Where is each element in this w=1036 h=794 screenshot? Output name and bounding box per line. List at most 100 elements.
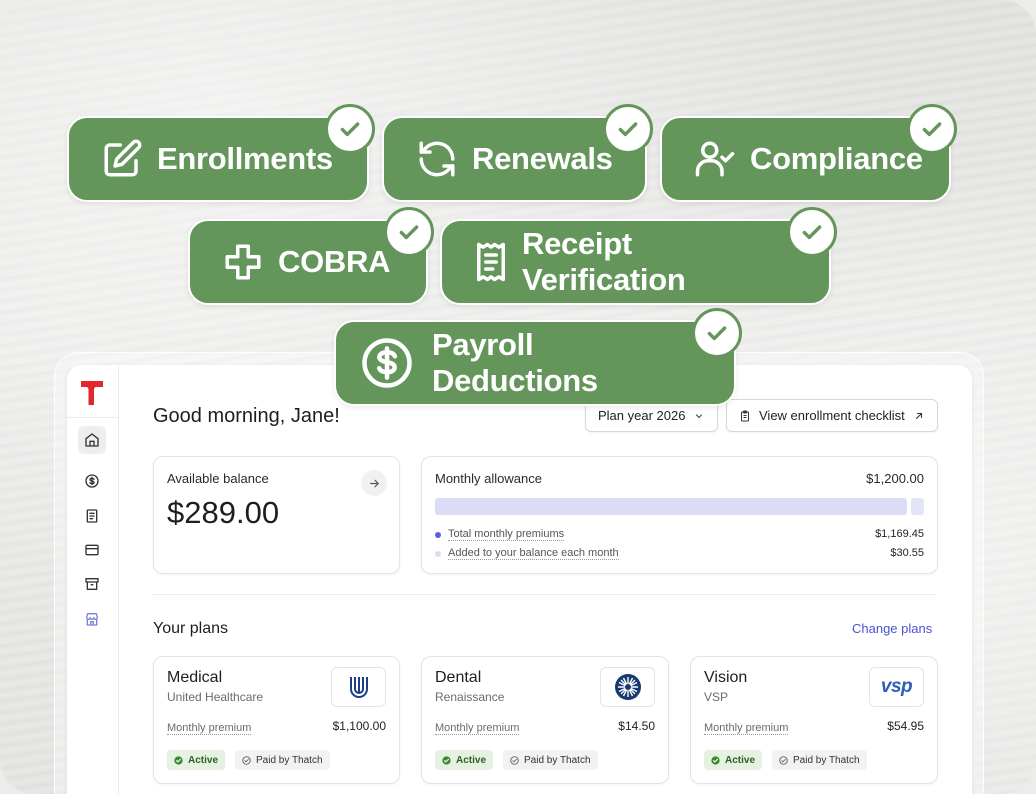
- receipt-icon: [477, 242, 505, 282]
- renaissance-logo-icon: [614, 674, 641, 700]
- feature-label: COBRA: [278, 244, 391, 279]
- premium-label: Monthly premium: [167, 722, 252, 735]
- check-circle-outline-icon: [242, 755, 251, 765]
- sidebar-item-card[interactable]: [78, 536, 106, 564]
- edit-icon: [104, 139, 142, 177]
- chevron-down-icon: [696, 413, 703, 418]
- balance-details-button[interactable]: [361, 470, 387, 496]
- check-circle-icon: [442, 755, 451, 765]
- feature-pill-cobra: COBRA: [188, 207, 434, 305]
- legend-dot-added: [435, 550, 441, 557]
- status-text: Active: [456, 754, 487, 766]
- home-icon: [85, 433, 99, 447]
- paid-badge: Paid by Thatch: [503, 750, 598, 770]
- check-circle-outline-icon: [510, 755, 519, 765]
- status-text: Active: [725, 754, 756, 766]
- sidebar-item-store[interactable]: [78, 605, 106, 633]
- legend-added: Added to your balance each month: [435, 547, 619, 560]
- paid-text: Paid by Thatch: [256, 754, 323, 766]
- sidebar-divider: [67, 417, 119, 418]
- allowance-bar-added: [911, 498, 924, 515]
- clipboard-icon: [741, 410, 749, 421]
- external-link-icon: [915, 412, 922, 419]
- plan-card-vision[interactable]: Vision VSP vsp Monthly premium $54.95 Ac…: [690, 656, 938, 784]
- feature-label: Compliance: [750, 141, 923, 176]
- sidebar-item-balance[interactable]: [78, 467, 106, 495]
- user-check-icon: [695, 141, 735, 177]
- feature-pill-compliance: Compliance: [660, 104, 957, 202]
- sidebar: [67, 365, 119, 794]
- view-checklist-button[interactable]: View enrollment checklist: [726, 399, 938, 432]
- plan-card-medical[interactable]: Medical United Healthcare Monthly premiu…: [153, 656, 400, 784]
- feature-pill-receipt-verification: Receipt Verification: [440, 207, 837, 305]
- change-plans-link[interactable]: Change plans: [852, 621, 932, 636]
- balance-value: $289.00: [167, 495, 280, 530]
- allowance-label: Monthly allowance: [435, 471, 542, 486]
- feature-label: Payroll Deductions: [432, 327, 598, 398]
- status-badge: Active: [704, 750, 763, 770]
- status-text: Active: [188, 754, 219, 766]
- document-icon: [86, 509, 98, 523]
- sidebar-item-archive[interactable]: [78, 570, 106, 598]
- legend-value-added: $30.55: [890, 547, 924, 559]
- status-badge: Active: [435, 750, 494, 770]
- checkmark-icon: [692, 308, 742, 358]
- balance-label: Available balance: [167, 471, 269, 486]
- premium-label: Monthly premium: [704, 722, 789, 735]
- status-badge: Active: [167, 750, 226, 770]
- check-circle-outline-icon: [779, 755, 788, 765]
- plans-section-title: Your plans: [153, 620, 229, 637]
- vsp-logo: vsp: [869, 667, 924, 707]
- feature-pill-enrollments: Enrollments: [67, 104, 375, 202]
- paid-text: Paid by Thatch: [793, 754, 860, 766]
- check-circle-icon: [174, 755, 183, 765]
- feature-label: Renewals: [472, 141, 613, 176]
- dollar-circle-icon: [85, 474, 99, 488]
- feature-pill-renewals: Renewals: [382, 104, 653, 202]
- plus-icon: [225, 244, 261, 280]
- credit-card-icon: [85, 544, 99, 556]
- legend-dot-premiums: [435, 531, 441, 538]
- legend-label-added: Added to your balance each month: [448, 547, 619, 560]
- app-window: Good morning, Jane! Plan year 2026 View …: [67, 365, 972, 794]
- plan-carrier: United Healthcare: [167, 690, 264, 704]
- premium-value: $1,100.00: [332, 719, 386, 733]
- legend-label-premiums: Total monthly premiums: [448, 528, 565, 541]
- sidebar-item-home[interactable]: [78, 426, 106, 454]
- store-icon: [86, 613, 98, 626]
- allowance-total: $1,200.00: [866, 471, 924, 486]
- checkmark-icon: [325, 104, 375, 154]
- plan-card-dental[interactable]: Dental Renaissance Monthly premium $14.5…: [421, 656, 669, 784]
- check-circle-icon: [711, 755, 720, 765]
- allowance-bar-premiums: [435, 498, 907, 515]
- plan-name: Dental: [435, 669, 482, 686]
- checkmark-icon: [384, 207, 434, 257]
- united-healthcare-logo-icon: [349, 677, 368, 698]
- paid-badge: Paid by Thatch: [235, 750, 330, 770]
- legend-value-premiums: $1,169.45: [875, 528, 924, 540]
- renaissance-logo: [600, 667, 655, 707]
- vsp-logo-text: vsp: [880, 676, 913, 697]
- sidebar-item-documents[interactable]: [78, 502, 106, 530]
- premium-value: $14.50: [618, 719, 655, 733]
- checkmark-icon: [907, 104, 957, 154]
- feature-label: Receipt Verification: [522, 226, 686, 297]
- balance-card[interactable]: Available balance $289.00: [153, 456, 400, 574]
- premium-label: Monthly premium: [435, 722, 520, 735]
- dollar-circle-icon: [362, 338, 412, 388]
- allowance-card: Monthly allowance $1,200.00 Total monthl…: [421, 456, 938, 574]
- refresh-icon: [419, 141, 455, 177]
- checklist-label: View enrollment checklist: [759, 408, 905, 423]
- plan-year-label: Plan year 2026: [598, 408, 686, 423]
- arrow-right-icon: [369, 479, 379, 487]
- paid-text: Paid by Thatch: [524, 754, 591, 766]
- feature-label: Enrollments: [157, 141, 333, 176]
- feature-pill-payroll-deductions: Payroll Deductions: [334, 308, 742, 406]
- united-healthcare-logo: [331, 667, 386, 707]
- plan-name: Vision: [704, 669, 748, 686]
- legend-premiums: Total monthly premiums: [435, 528, 565, 541]
- greeting-title: Good morning, Jane!: [153, 405, 340, 427]
- paid-badge: Paid by Thatch: [772, 750, 867, 770]
- plan-carrier: VSP: [704, 690, 729, 704]
- thatch-logo-icon: [81, 381, 103, 405]
